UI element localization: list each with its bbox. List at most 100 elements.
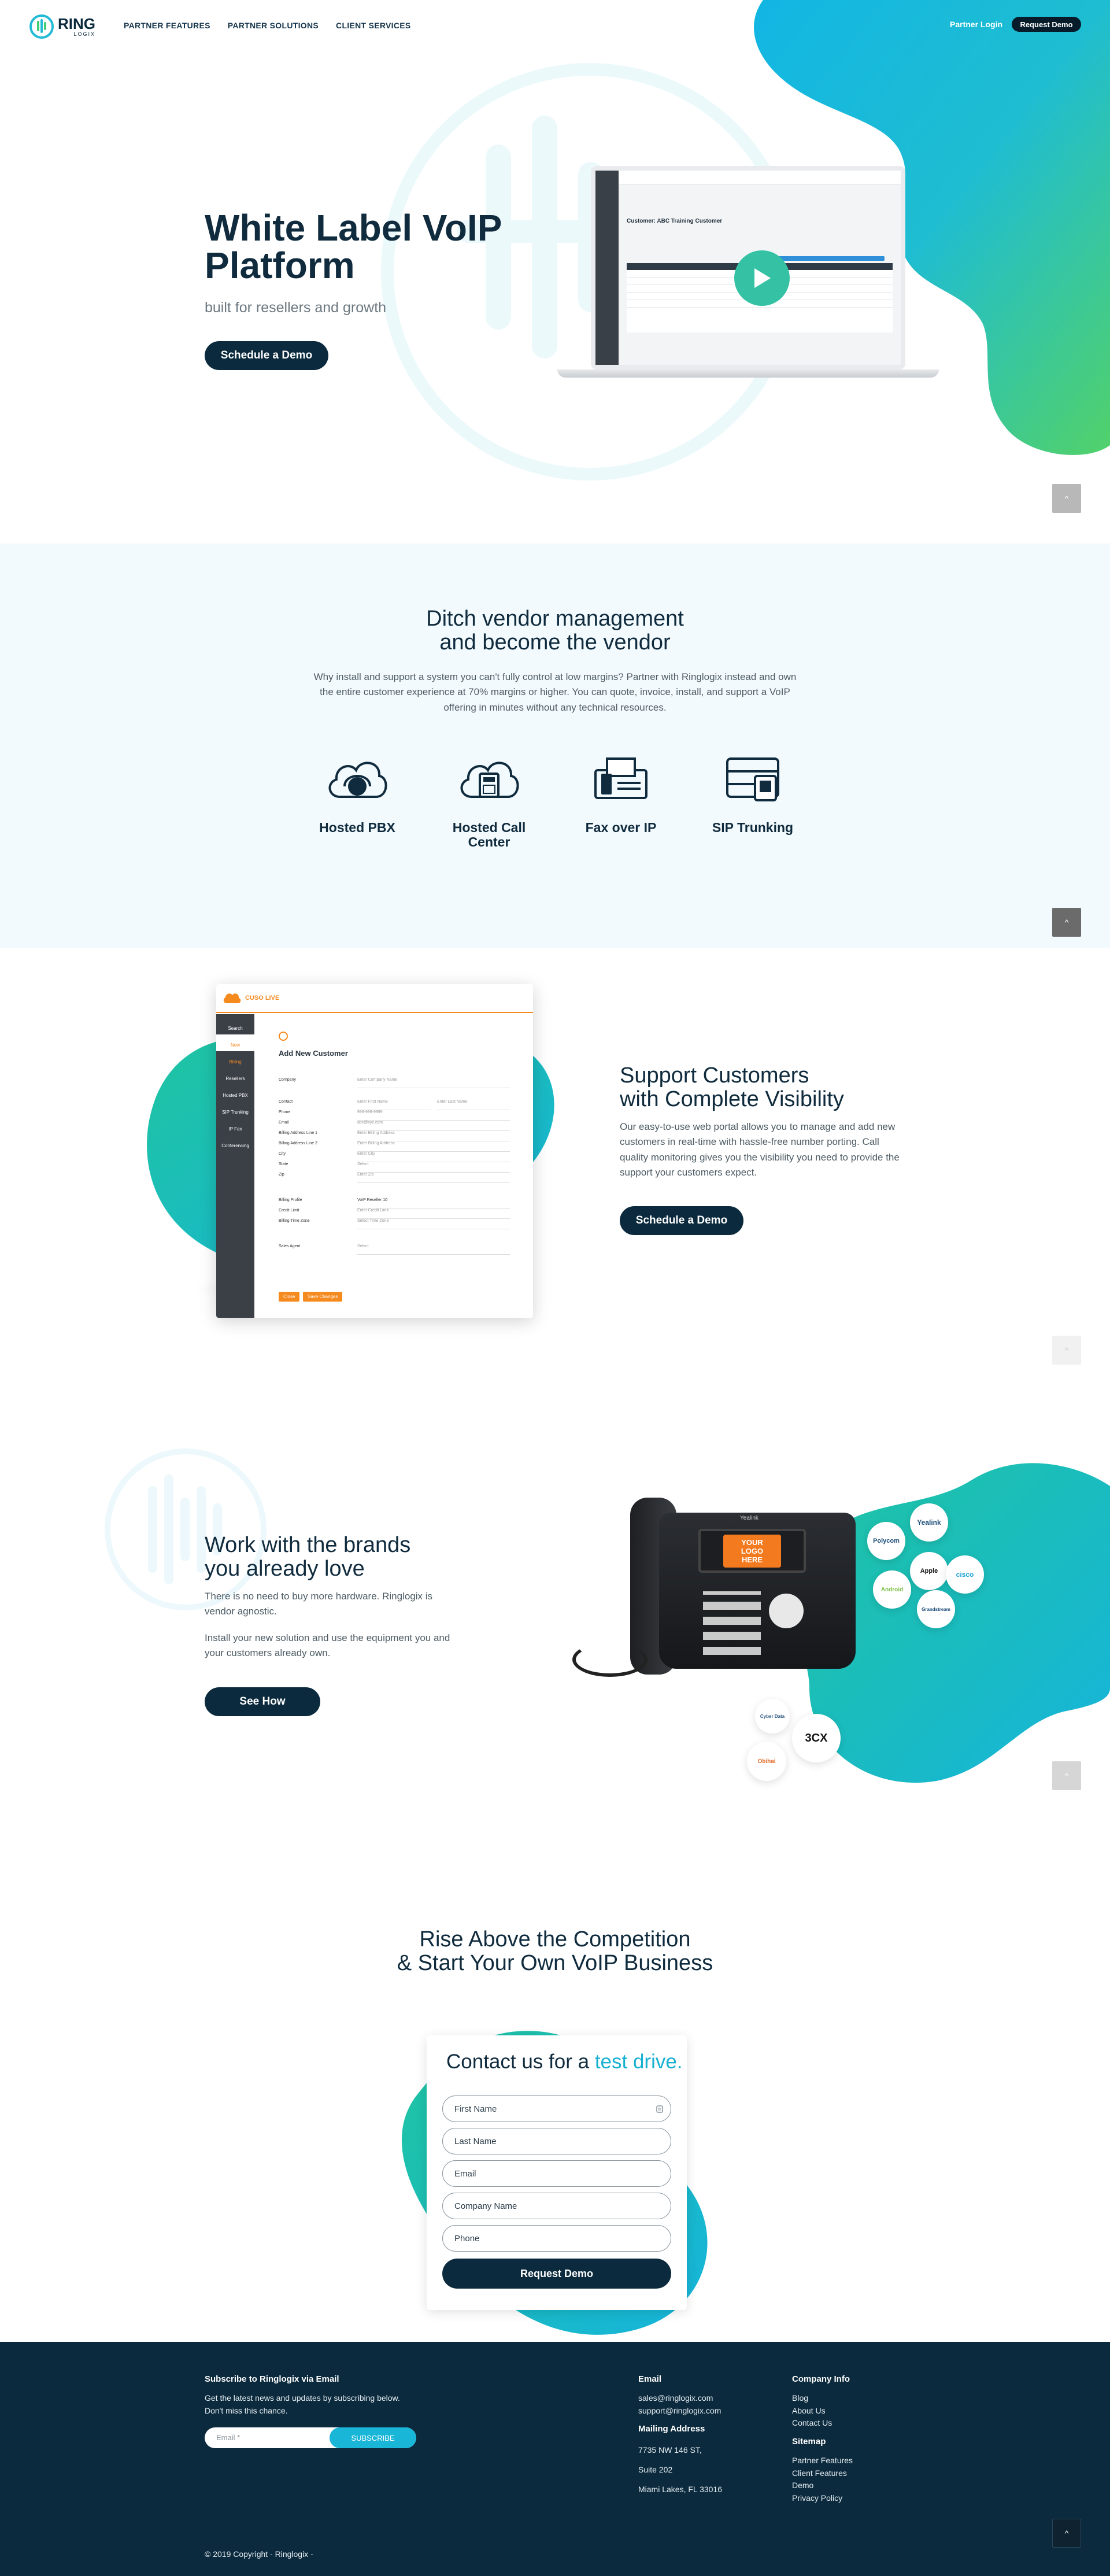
footer-link-partner-features[interactable]: Partner Features xyxy=(792,2455,908,2467)
contact-section: Rise Above the Competition & Start Your … xyxy=(0,1804,1110,2342)
brand-logo-cisco: cisco xyxy=(946,1555,984,1594)
subscribe-email-input[interactable]: Email * xyxy=(216,2433,240,2442)
portal-side-item[interactable]: IP Fax xyxy=(216,1118,254,1135)
contact-request-demo-button[interactable]: Request Demo xyxy=(442,2259,671,2289)
contact-form-card: Contact us for a test drive. First Name … xyxy=(427,2035,687,2310)
address-heading: Mailing Address xyxy=(638,2424,705,2434)
portal-side-item[interactable]: Billing xyxy=(216,1051,254,1068)
screen-blue-buttons xyxy=(769,256,885,261)
footer-link-privacy[interactable]: Privacy Policy xyxy=(792,2492,908,2505)
service-label: Hosted PBX xyxy=(319,820,395,835)
portal-add-icon xyxy=(279,1032,288,1041)
portal-row: Billing Profile VoIP Reseller 10 xyxy=(279,1198,510,1208)
desk-phone: YOUR LOGO HERE Yealink xyxy=(572,1492,861,1683)
portal-row: Billing Time Zone Select Time Zone xyxy=(279,1219,510,1229)
footer-link-client-features[interactable]: Client Features xyxy=(792,2467,908,2480)
support-body: Our easy-to-use web portal allows you to… xyxy=(620,1121,900,1178)
vendor-body: Why install and support a system you can… xyxy=(313,671,797,713)
portal-row: State Select xyxy=(279,1162,510,1173)
address-line: 7735 NW 146 ST, xyxy=(638,2445,702,2455)
portal-side-item[interactable]: Resellers xyxy=(216,1068,254,1085)
footer-link-contact[interactable]: Contact Us xyxy=(792,2417,908,2430)
portal-side-item[interactable]: Conferencing xyxy=(216,1135,254,1152)
screen-topbar xyxy=(619,171,901,184)
support-section: CUSO LIVE Search New Billing Resellers H… xyxy=(0,948,1110,1365)
address-line: Suite 202 xyxy=(638,2465,673,2475)
support-title: Support Customers with Complete Visibili… xyxy=(620,1063,844,1112)
brand-logo-polycom: Polycom xyxy=(867,1522,905,1560)
footer-link-demo[interactable]: Demo xyxy=(792,2479,908,2492)
footer-link-blog[interactable]: Blog xyxy=(792,2392,908,2405)
screen-customer-title: Customer: ABC Training Customer xyxy=(627,218,723,224)
partner-login-link[interactable]: Partner Login xyxy=(950,20,1002,29)
email-input[interactable]: Email xyxy=(442,2160,671,2187)
portal-side-item[interactable]: Search xyxy=(216,1018,254,1034)
nav-partner-solutions[interactable]: PARTNER SOLUTIONS xyxy=(228,21,319,30)
hero-schedule-demo-button[interactable]: Schedule a Demo xyxy=(205,341,328,370)
header-request-demo-button[interactable]: Request Demo xyxy=(1012,17,1081,32)
subscribe-button[interactable]: SUBSCRIBE xyxy=(330,2427,416,2449)
main-nav: PARTNER FEATURES PARTNER SOLUTIONS CLIEN… xyxy=(124,21,428,30)
video-play-button[interactable] xyxy=(734,250,790,306)
brand-logo-cyberdata: Cyber Data xyxy=(755,1699,790,1734)
company-name-input[interactable]: Company Name xyxy=(442,2193,671,2219)
subscribe-form: Email * SUBSCRIBE xyxy=(205,2427,416,2449)
phone-cord xyxy=(572,1642,648,1677)
portal-sidebar: Search New Billing Resellers Hosted PBX … xyxy=(216,1014,254,1318)
brand-logo-obihai: Obihai xyxy=(747,1742,786,1781)
play-icon xyxy=(754,268,771,288)
service-fax-over-ip[interactable]: Fax over IP xyxy=(575,751,667,835)
portal-form: Company Enter Company Name Contact Enter F… xyxy=(279,1078,510,1255)
portal-close-button[interactable]: Close xyxy=(279,1292,300,1302)
service-label: SIP Trunking xyxy=(712,820,794,835)
support-schedule-demo-button[interactable]: Schedule a Demo xyxy=(620,1206,743,1235)
brand-logo-grandstream: Grandstream xyxy=(917,1590,955,1628)
portal-logo: CUSO LIVE xyxy=(245,995,280,1001)
footer-link-about[interactable]: About Us xyxy=(792,2405,908,2418)
portal-row: Credit Limit Enter Credit Limit xyxy=(279,1208,510,1219)
logo-mark-icon xyxy=(29,14,54,39)
subscribe-title: Subscribe to Ringlogix via Email xyxy=(205,2374,339,2384)
scroll-top-button[interactable]: ^ xyxy=(1052,484,1081,513)
portal-row: Billing Address Line 1 Enter Billing Addr… xyxy=(279,1131,510,1141)
logo[interactable]: RING LOGIX xyxy=(29,14,95,39)
phone-screen: YOUR LOGO HERE xyxy=(698,1529,806,1573)
nav-partner-features[interactable]: PARTNER FEATURES xyxy=(124,21,210,30)
last-name-input[interactable]: Last Name xyxy=(442,2128,671,2154)
portal-side-item[interactable]: Hosted PBX xyxy=(216,1085,254,1102)
see-how-button[interactable]: See How xyxy=(205,1687,320,1716)
nav-client-services[interactable]: CLIENT SERVICES xyxy=(336,21,411,30)
service-hosted-pbx[interactable]: Hosted PBX xyxy=(311,751,404,835)
service-label: Hosted Call Center xyxy=(452,820,526,850)
sales-email-link[interactable]: sales@ringlogix.com xyxy=(638,2392,765,2405)
brand-logo-android: Android xyxy=(873,1570,911,1609)
laptop-base xyxy=(557,369,939,378)
portal-side-item-active[interactable]: New xyxy=(216,1034,254,1051)
portal-side-item[interactable]: SIP Trunking xyxy=(216,1102,254,1118)
hero-title: White Label VoIP Platform xyxy=(205,207,502,287)
laptop-screen: Customer: ABC Training Customer xyxy=(591,166,905,369)
portal-row: Sales Agent Select xyxy=(279,1244,510,1255)
phone-input[interactable]: Phone xyxy=(442,2225,671,2252)
scroll-top-button[interactable]: ^ xyxy=(1052,1761,1081,1790)
phone-nav-pad xyxy=(769,1594,804,1628)
vendor-title: Ditch vendor management and become the v… xyxy=(426,607,684,655)
phone-keypad xyxy=(703,1591,761,1655)
brands-body-1: There is no need to buy more hardware. R… xyxy=(205,1591,433,1617)
scroll-top-button[interactable]: ^ xyxy=(1052,1336,1081,1365)
service-hosted-call-center[interactable]: Hosted Call Center xyxy=(443,751,535,850)
portal-save-button[interactable]: Save Changes xyxy=(303,1292,343,1302)
brands-section: Work with the brands you already love Th… xyxy=(0,1365,1110,1804)
brand-logo-yealink: Yealink xyxy=(910,1503,948,1542)
scroll-top-button[interactable]: ^ xyxy=(1052,2519,1081,2548)
portal-row: Email abc@xyz.com xyxy=(279,1121,510,1131)
service-label: Fax over IP xyxy=(585,820,657,835)
brand-logo-3cx: 3CX xyxy=(792,1714,841,1762)
cloud-phone-icon xyxy=(460,762,519,798)
first-name-input[interactable]: First Name xyxy=(442,2095,671,2122)
contact-title: Rise Above the Competition & Start Your … xyxy=(397,1927,713,1976)
scroll-top-button[interactable]: ^ xyxy=(1052,908,1081,937)
support-email-link[interactable]: support@ringlogix.com xyxy=(638,2405,765,2418)
email-heading: Email xyxy=(638,2374,662,2384)
service-sip-trunking[interactable]: SIP Trunking xyxy=(706,751,799,835)
